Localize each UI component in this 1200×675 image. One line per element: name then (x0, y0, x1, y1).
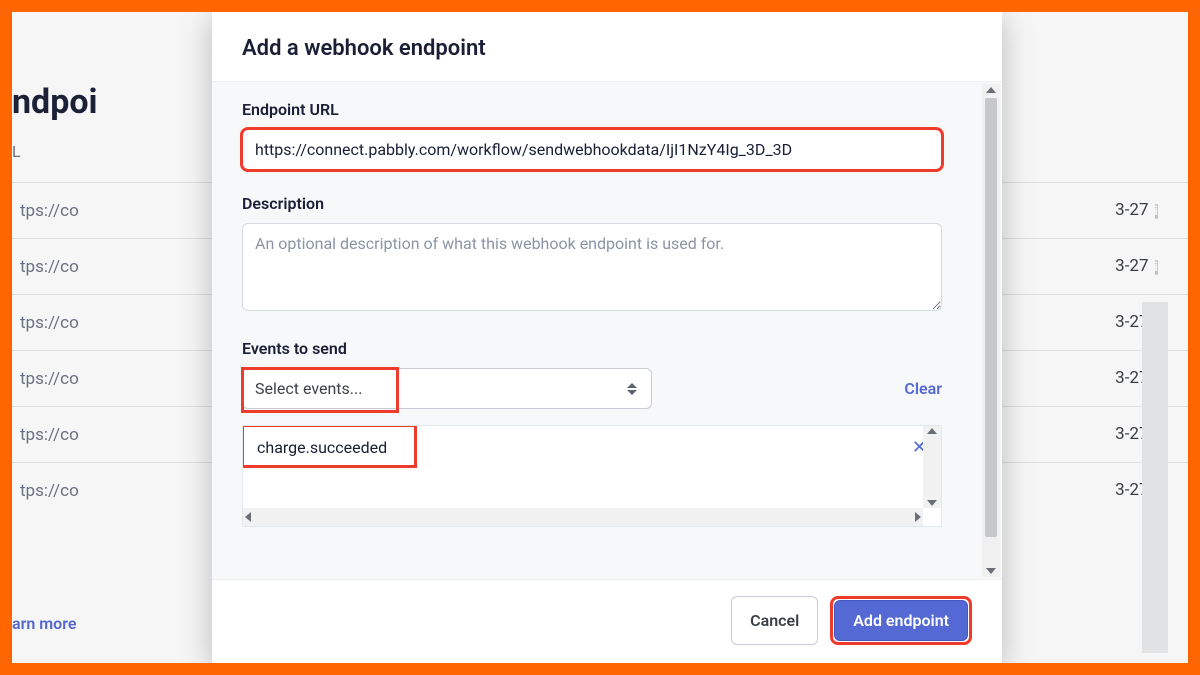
viewport: ndpoi L tps://co 3-27i tps://co 3-27i tp… (12, 12, 1188, 663)
scroll-left-icon (245, 512, 251, 522)
selected-events-list: charge.succeeded ✕ (242, 425, 942, 527)
cancel-button[interactable]: Cancel (731, 596, 818, 645)
endpoint-url-label: Endpoint URL (242, 100, 972, 119)
endpoint-url-group: Endpoint URL (242, 100, 972, 170)
events-row: Select events... Clear (242, 368, 942, 409)
screenshot-frame: ndpoi L tps://co 3-27i tps://co 3-27i tp… (0, 0, 1200, 675)
select-stepper-icon (627, 383, 641, 395)
scroll-down-icon (927, 500, 937, 506)
highlight-box: Add endpoint (830, 596, 972, 645)
modal-header: Add a webhook endpoint (212, 12, 1002, 81)
scrollbar-thumb[interactable] (985, 98, 997, 537)
event-name: charge.succeeded (257, 438, 387, 457)
add-endpoint-button[interactable]: Add endpoint (834, 600, 968, 641)
events-select[interactable]: Select events... (242, 368, 652, 409)
list-item: charge.succeeded ✕ (243, 426, 941, 469)
scroll-up-icon (927, 428, 937, 434)
list-horizontal-scrollbar[interactable] (243, 508, 923, 526)
endpoint-url-input[interactable] (242, 129, 942, 170)
scroll-up-icon (986, 87, 996, 93)
modal-body: Endpoint URL Description Events to send … (212, 81, 1002, 579)
scroll-right-icon (915, 512, 921, 522)
events-select-placeholder: Select events... (255, 379, 362, 398)
add-webhook-modal: Add a webhook endpoint Endpoint URL Desc… (212, 12, 1002, 663)
modal-title: Add a webhook endpoint (242, 36, 972, 61)
list-vertical-scrollbar[interactable] (923, 426, 941, 508)
scroll-down-icon (986, 568, 996, 574)
clear-events-link[interactable]: Clear (904, 379, 942, 398)
description-group: Description (242, 194, 972, 315)
events-group: Events to send Select events... Clear ch (242, 339, 972, 527)
description-textarea[interactable] (242, 223, 942, 311)
description-label: Description (242, 194, 972, 213)
modal-vertical-scrollbar[interactable] (982, 84, 1000, 577)
events-label: Events to send (242, 339, 972, 358)
modal-footer: Cancel Add endpoint (212, 579, 1002, 663)
